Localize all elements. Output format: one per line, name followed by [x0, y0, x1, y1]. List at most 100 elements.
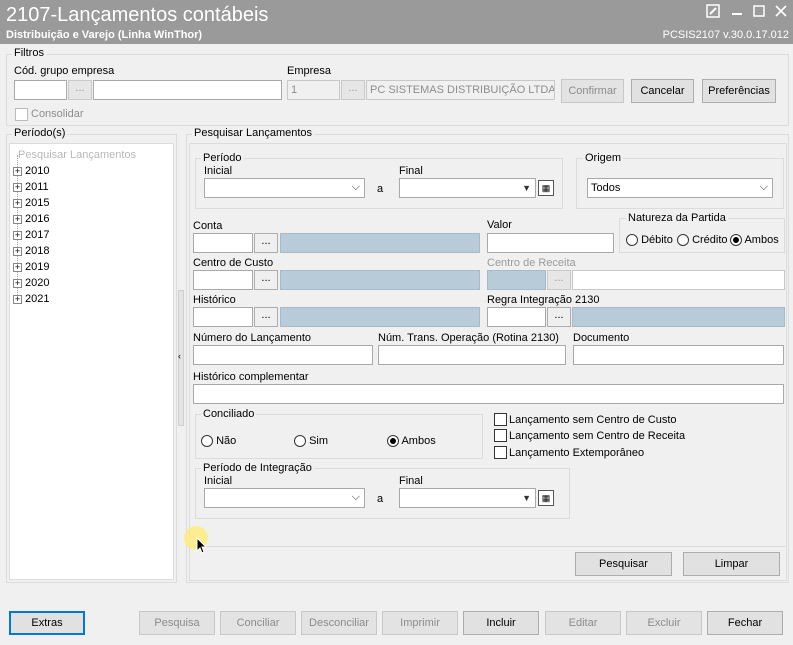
natureza-ambos-option[interactable]: Ambos [730, 234, 779, 247]
centro-custo-input[interactable] [193, 270, 253, 290]
conciliado-nao-radio[interactable] [201, 435, 213, 448]
pesquisa-button[interactable]: Pesquisa [139, 611, 215, 635]
cancelar-button[interactable]: Cancelar [631, 79, 694, 103]
historico-description-field [280, 307, 480, 327]
integracao-final-label: Final [399, 475, 423, 487]
empresa-code-input[interactable]: 1 [287, 80, 340, 100]
centro-custo-lookup-button[interactable]: ... [254, 270, 278, 290]
conciliado-ambos-option[interactable]: Ambos [387, 435, 436, 448]
expand-icon[interactable]: + [13, 230, 22, 240]
version-label: PCSIS2107 v.30.0.17.012 [662, 29, 789, 41]
sem-centro-receita-label: Lançamento sem Centro de Receita [509, 430, 686, 442]
expand-icon[interactable]: + [13, 294, 22, 304]
periodo-inicial-label: Inicial [204, 165, 233, 177]
historico-lookup-button[interactable]: ... [254, 307, 278, 327]
numero-lancamento-input[interactable] [193, 345, 373, 365]
num-trans-input[interactable] [378, 345, 566, 365]
tree-item-year[interactable]: +2010 [13, 165, 49, 177]
expand-icon[interactable]: + [13, 182, 22, 192]
regra-input[interactable] [487, 307, 546, 327]
grupo-empresa-lookup-button[interactable]: ... [68, 80, 92, 100]
empresa-lookup-button[interactable]: ... [341, 80, 365, 100]
historico-complementar-input[interactable] [193, 384, 784, 404]
window-subtitle: Distribuição e Varejo (Linha WinThor) [6, 29, 203, 41]
natureza-ambos-radio[interactable] [730, 234, 742, 247]
conta-input[interactable] [193, 233, 253, 253]
minimize-icon[interactable] [728, 4, 746, 20]
integracao-final-select[interactable]: ▼ [399, 488, 536, 508]
edit-icon[interactable] [704, 4, 722, 20]
credito-radio[interactable] [677, 234, 689, 247]
centro-receita-lookup-button[interactable]: ... [547, 270, 571, 290]
periodo-final-select[interactable]: ▼ [399, 178, 536, 198]
sem-centro-custo-checkbox[interactable] [494, 413, 507, 426]
expand-icon[interactable]: + [13, 246, 22, 256]
extras-button[interactable]: Extras [9, 611, 85, 635]
expand-icon[interactable]: + [13, 166, 22, 176]
extemporaneo-label: Lançamento Extemporâneo [509, 447, 645, 459]
calendar-icon[interactable]: ▦ [538, 490, 554, 506]
conciliar-button[interactable]: Conciliar [220, 611, 296, 635]
integracao-inicial-label: Inicial [204, 475, 233, 487]
desconciliar-button[interactable]: Desconciliar [301, 611, 377, 635]
expand-icon[interactable]: + [13, 214, 22, 224]
periodo-final-label: Final [399, 165, 423, 177]
extemporaneo-checkbox[interactable] [494, 446, 507, 459]
fechar-button[interactable]: Fechar [707, 611, 783, 635]
incluir-button[interactable]: Incluir [463, 611, 539, 635]
documento-input[interactable] [573, 345, 784, 365]
tree-root-item[interactable]: Pesquisar Lançamentos [18, 149, 136, 161]
conciliado-sim-radio[interactable] [294, 435, 306, 448]
tree-item-year[interactable]: +2016 [13, 213, 49, 225]
expand-icon[interactable]: + [13, 278, 22, 288]
periodo-inicial-select[interactable]: ⌵ [204, 178, 365, 198]
calendar-icon[interactable]: ▦ [538, 180, 554, 196]
close-icon[interactable] [772, 4, 790, 20]
centro-receita-description-field [572, 270, 785, 290]
debito-radio[interactable] [626, 234, 638, 247]
tree-item-year[interactable]: +2019 [13, 261, 49, 273]
documento-label: Documento [573, 332, 630, 344]
expand-icon[interactable]: + [13, 262, 22, 272]
tree-item-year[interactable]: +2021 [13, 293, 49, 305]
collapse-icon[interactable]: ‹ [178, 351, 181, 361]
editar-button[interactable]: Editar [545, 611, 621, 635]
conciliado-nao-option[interactable]: Não [201, 435, 236, 448]
conta-lookup-button[interactable]: ... [254, 233, 278, 253]
excluir-button[interactable]: Excluir [626, 611, 702, 635]
expand-icon[interactable]: + [13, 198, 22, 208]
historico-input[interactable] [193, 307, 253, 327]
credito-option[interactable]: Crédito [677, 234, 728, 247]
debito-option[interactable]: Débito [626, 234, 673, 247]
integracao-inicial-select[interactable]: ⌵ [204, 488, 365, 508]
tree-item-year[interactable]: +2015 [13, 197, 49, 209]
conciliado-ambos-radio[interactable] [387, 435, 399, 448]
tree-item-year[interactable]: +2017 [13, 229, 49, 241]
regra-lookup-button[interactable]: ... [547, 307, 571, 327]
tree-item-year[interactable]: +2020 [13, 277, 49, 289]
pesquisar-title: Pesquisar Lançamentos [192, 127, 315, 139]
valor-input[interactable] [487, 233, 614, 253]
limpar-button[interactable]: Limpar [683, 552, 780, 576]
periodos-tree[interactable]: Pesquisar Lançamentos +2010 +2011 +2015 … [9, 143, 174, 580]
sem-centro-receita-checkbox[interactable] [494, 429, 507, 442]
conta-label: Conta [193, 220, 223, 232]
filtros-title: Filtros [12, 47, 46, 59]
num-trans-label: Núm. Trans. Operação (Rotina 2130) [378, 332, 559, 344]
origem-select[interactable]: Todos ⌵ [587, 178, 773, 198]
grupo-empresa-input[interactable] [14, 80, 67, 100]
consolidar-checkbox[interactable] [15, 108, 28, 121]
grupo-empresa-name-field [93, 80, 282, 100]
maximize-icon[interactable] [750, 4, 768, 20]
centro-custo-description-field [280, 270, 480, 290]
preferencias-button[interactable]: Preferências [702, 79, 776, 103]
panel-splitter[interactable]: ‹ [178, 290, 184, 426]
conciliado-sim-option[interactable]: Sim [294, 435, 328, 448]
confirmar-button[interactable]: Confirmar [561, 79, 624, 103]
centro-receita-input[interactable] [487, 270, 546, 290]
pesquisar-button[interactable]: Pesquisar [575, 552, 672, 576]
imprimir-button[interactable]: Imprimir [382, 611, 458, 635]
tree-item-year[interactable]: +2011 [13, 181, 49, 193]
tree-item-year[interactable]: +2018 [13, 245, 49, 257]
periodo-integracao-title: Período de Integração [201, 462, 314, 474]
